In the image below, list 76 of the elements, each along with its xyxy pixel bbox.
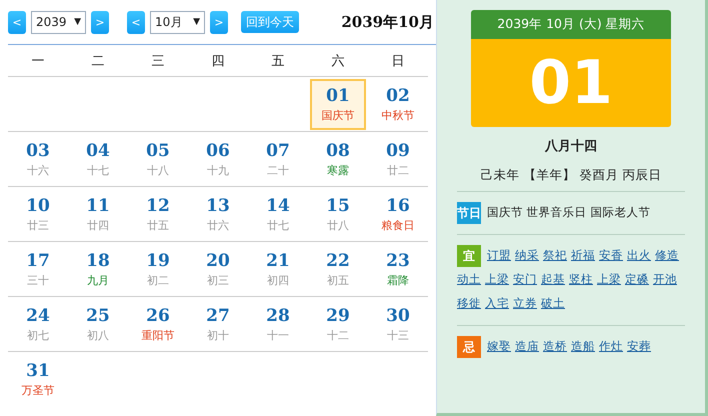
weekday-header: 六 [308, 45, 368, 77]
activity-link[interactable]: 安香 [599, 248, 623, 262]
activity-link[interactable]: 立券 [513, 296, 537, 310]
day-cell[interactable]: 15 廿八 [310, 188, 366, 240]
day-cell[interactable]: 23 霜降 [370, 244, 426, 294]
day-cell[interactable]: 27 初十 [190, 298, 246, 350]
activity-link[interactable]: 竖柱 [569, 272, 593, 286]
day-cell[interactable]: 25 初八 [70, 298, 126, 350]
big-day-number: 01 [471, 39, 671, 127]
year-select[interactable]: 2039 ▼ [31, 10, 86, 34]
day-cell[interactable]: 21 初四 [250, 244, 306, 294]
activity-link[interactable]: 造庙 [515, 339, 539, 353]
day-cell[interactable]: 01 国庆节 [310, 78, 366, 130]
day-cell[interactable]: 22 初五 [310, 244, 366, 294]
lunar-date: 八月十四 [544, 138, 598, 155]
day-cell[interactable]: 24 初七 [10, 298, 66, 350]
activity-link[interactable]: 嫁娶 [487, 339, 511, 353]
activity-link[interactable]: 上梁 [597, 272, 621, 286]
activity-link[interactable]: 开池 [653, 272, 677, 286]
activity-link[interactable]: 祭祀 [543, 248, 567, 262]
activity-link[interactable]: 破土 [541, 296, 565, 310]
activity-link[interactable]: 作灶 [599, 339, 623, 353]
day-cell[interactable]: 19 初二 [130, 244, 186, 294]
day-cell[interactable]: 04 十七 [70, 134, 126, 184]
day-cell[interactable]: 28 十一 [250, 298, 306, 350]
weekday-header: 二 [68, 45, 128, 77]
activity-link[interactable]: 造船 [571, 339, 595, 353]
day-cell[interactable]: 20 初三 [190, 244, 246, 294]
day-cell[interactable]: 02 中秋节 [370, 78, 426, 130]
activity-link[interactable]: 订盟 [487, 248, 511, 262]
weekday-header: 一 [8, 45, 68, 77]
weekday-header: 四 [188, 45, 248, 77]
month-title: 2039年10月 [341, 12, 434, 32]
activity-link[interactable]: 造桥 [543, 339, 567, 353]
day-cell[interactable]: 07 二十 [250, 134, 306, 184]
suitable-tag: 宜 [457, 244, 481, 267]
activity-link[interactable]: 定磉 [625, 272, 649, 286]
activity-link[interactable]: 出火 [627, 248, 651, 262]
day-cell[interactable]: 05 十八 [130, 134, 186, 184]
activity-link[interactable]: 修造 [655, 248, 679, 262]
activity-link[interactable]: 起基 [541, 272, 565, 286]
day-cell[interactable]: 14 廿七 [250, 188, 306, 240]
activity-link[interactable]: 纳采 [515, 248, 539, 262]
day-cell[interactable]: 13 廿六 [190, 188, 246, 240]
ganzhi-text: 己未年 【羊年】 癸酉月 丙辰日 [457, 167, 685, 192]
day-cell[interactable]: 16 粮食日 [370, 188, 426, 240]
activity-link[interactable]: 安门 [513, 272, 537, 286]
day-cell[interactable]: 31 万圣节 [10, 354, 66, 405]
day-cell[interactable]: 10 廿三 [10, 188, 66, 240]
day-cell[interactable]: 08 寒露 [310, 134, 366, 184]
dropdown-icon: ▼ [193, 17, 200, 27]
activity-link[interactable]: 安葬 [627, 339, 651, 353]
day-cell[interactable]: 12 廿五 [130, 188, 186, 240]
day-cell[interactable]: 09 廿二 [370, 134, 426, 184]
day-cell[interactable]: 18 九月 [70, 244, 126, 294]
day-cell[interactable]: 17 三十 [10, 244, 66, 294]
day-cell[interactable]: 06 十九 [190, 134, 246, 184]
avoid-tag: 忌 [457, 336, 481, 358]
festival-list: 国庆节 世界音乐日 国际老人节 [487, 205, 650, 219]
activity-link[interactable]: 移徙 [457, 296, 481, 310]
date-header: 2039年 10月 (大) 星期六 [471, 10, 671, 39]
month-select[interactable]: 10月 ▼ [150, 10, 205, 34]
weekday-header: 五 [248, 45, 308, 77]
weekday-header: 三 [128, 45, 188, 77]
dropdown-icon: ▼ [74, 17, 81, 27]
activity-link[interactable]: 动土 [457, 272, 481, 286]
day-cell[interactable]: 26 重阳节 [130, 298, 186, 350]
weekday-header: 日 [368, 45, 428, 77]
activity-link[interactable]: 入宅 [485, 296, 509, 310]
activity-link[interactable]: 上梁 [485, 272, 509, 286]
day-cell[interactable]: 11 廿四 [70, 188, 126, 240]
day-cell[interactable]: 29 十二 [310, 298, 366, 350]
day-cell[interactable]: 03 十六 [10, 134, 66, 184]
activity-link[interactable]: 祈福 [571, 248, 595, 262]
day-cell[interactable]: 30 十三 [370, 298, 426, 350]
festival-tag: 节日 [457, 202, 481, 224]
